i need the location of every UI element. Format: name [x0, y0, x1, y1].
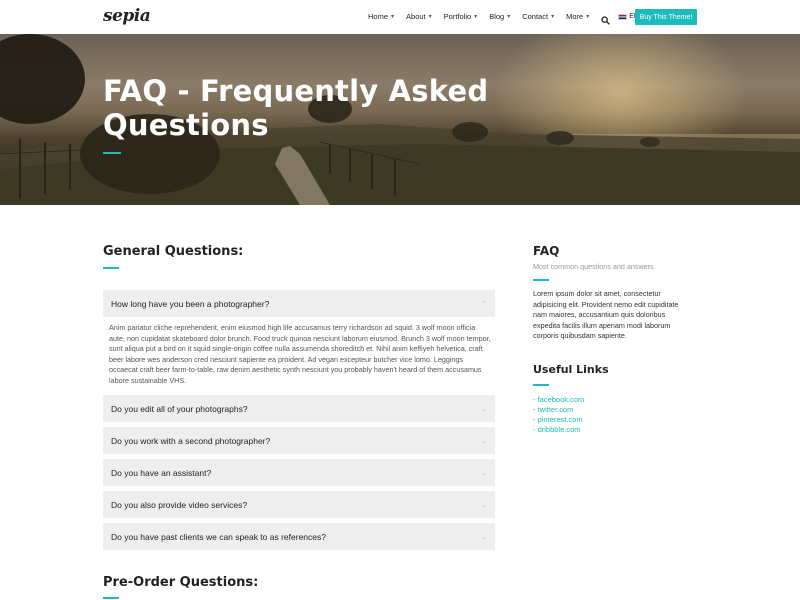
chevron-down-icon: ▾	[391, 14, 395, 20]
faq-question: Do you edit all of your photographs?	[111, 403, 248, 414]
faq-item-1[interactable]: How long have you been a photographer? ⌃	[103, 290, 495, 317]
sidebar-faq-title: FAQ	[533, 244, 560, 258]
chevron-down-icon: ⌄	[481, 437, 487, 445]
heading-accent-line	[103, 267, 119, 269]
faq-question: How long have you been a photographer?	[111, 298, 270, 309]
hero-banner: FAQ - Frequently Asked Questions	[0, 34, 800, 205]
heading-accent-line	[103, 597, 119, 599]
flag-icon	[618, 13, 628, 20]
chevron-down-icon: ▾	[507, 14, 511, 20]
nav-label: More	[566, 12, 584, 21]
nav-more[interactable]: More ▾	[566, 12, 589, 21]
sidebar-faq-subtitle: Most common questions and answers	[533, 262, 654, 271]
site-logo[interactable]: sepia	[103, 6, 151, 26]
faq-answer: Anim pariatur cliche reprehenderit, enim…	[109, 323, 491, 385]
useful-links-list: - facebook.com - twitter.com - pinterest…	[533, 395, 584, 435]
nav-contact[interactable]: Contact ▾	[522, 12, 554, 21]
link-pinterest[interactable]: - pinterest.com	[533, 415, 584, 425]
chevron-down-icon: ⌄	[481, 405, 487, 413]
nav-label: Portfolio	[443, 12, 472, 21]
faq-question: Do you have an assistant?	[111, 467, 212, 478]
nav-about[interactable]: About ▾	[406, 12, 432, 21]
chevron-down-icon: ▾	[551, 14, 555, 20]
link-facebook[interactable]: - facebook.com	[533, 395, 584, 405]
chevron-down-icon: ▾	[428, 14, 432, 20]
sidebar-faq-text: Lorem ipsum dolor sit amet, consectetur …	[533, 289, 679, 340]
chevron-down-icon: ⌄	[481, 501, 487, 509]
faq-item-4[interactable]: Do you have an assistant? ⌄	[103, 459, 495, 486]
nav-blog[interactable]: Blog ▾	[489, 12, 510, 21]
page-title: FAQ - Frequently Asked Questions	[103, 74, 489, 142]
link-twitter[interactable]: - twitter.com	[533, 405, 584, 415]
faq-item-6[interactable]: Do you have past clients we can speak to…	[103, 523, 495, 550]
search-icon[interactable]	[601, 12, 610, 25]
buy-theme-button[interactable]: Buy This Theme!	[635, 9, 697, 25]
nav-label: About	[406, 12, 426, 21]
preorder-questions-heading: Pre-Order Questions:	[103, 575, 259, 590]
nav-portfolio[interactable]: Portfolio ▾	[444, 12, 478, 21]
general-questions-heading: General Questions:	[103, 244, 244, 259]
chevron-down-icon: ▾	[586, 14, 590, 20]
chevron-down-icon: ⌄	[481, 469, 487, 477]
link-dribbble[interactable]: - dribbble.com	[533, 425, 584, 435]
chevron-down-icon: ⌄	[481, 533, 487, 541]
faq-item-5[interactable]: Do you also provide video services? ⌄	[103, 491, 495, 518]
faq-item-3[interactable]: Do you work with a second photographer? …	[103, 427, 495, 454]
site-header: sepia Home ▾ About ▾ Portfolio ▾ Blog ▾ Cont…	[0, 0, 800, 34]
sidebar-accent-line	[533, 279, 549, 281]
nav-label: Home	[368, 12, 389, 21]
chevron-down-icon: ▾	[474, 14, 478, 20]
faq-question: Do you also provide video services?	[111, 499, 248, 510]
useful-links-title: Useful Links	[533, 363, 609, 376]
faq-question: Do you have past clients we can speak to…	[111, 531, 326, 542]
title-accent-line	[103, 152, 121, 154]
sidebar-accent-line	[533, 384, 549, 386]
nav-label: Contact	[522, 12, 549, 21]
nav-home[interactable]: Home ▾	[368, 12, 394, 21]
nav-label: Blog	[489, 12, 505, 21]
main-nav: Home ▾ About ▾ Portfolio ▾ Blog ▾ Contact ▾ M…	[368, 12, 651, 25]
faq-question: Do you work with a second photographer?	[111, 435, 271, 446]
faq-item-2[interactable]: Do you edit all of your photographs? ⌄	[103, 395, 495, 422]
chevron-up-icon: ⌃	[481, 300, 487, 308]
